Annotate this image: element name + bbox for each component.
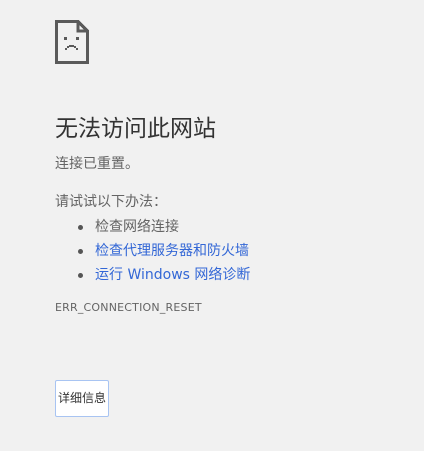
page-title: 无法访问此网站 xyxy=(55,116,216,142)
run-network-diagnostics-link[interactable]: 运行 Windows 网络诊断 xyxy=(95,267,250,283)
suggestion-check-network: 检查网络连接 xyxy=(55,215,415,239)
suggestion-run-diagnostics[interactable]: 运行 Windows 网络诊断 xyxy=(55,263,415,287)
suggestion-label: 检查网络连接 xyxy=(95,219,179,235)
suggestions-list: 检查网络连接 检查代理服务器和防火墙 运行 Windows 网络诊断 xyxy=(55,215,415,287)
check-proxy-firewall-link[interactable]: 检查代理服务器和防火墙 xyxy=(95,243,249,259)
sad-page-icon xyxy=(55,20,89,64)
error-message: 连接已重置。 xyxy=(55,156,139,172)
bullet-icon xyxy=(78,249,83,254)
error-code: ERR_CONNECTION_RESET xyxy=(55,301,202,314)
details-button[interactable]: 详细信息 xyxy=(55,380,110,417)
bullet-icon xyxy=(78,225,83,230)
bullet-icon xyxy=(78,273,83,278)
suggestion-check-proxy-firewall[interactable]: 检查代理服务器和防火墙 xyxy=(55,239,415,263)
suggestions-heading: 请试试以下办法： xyxy=(55,194,167,210)
error-page: 无法访问此网站 连接已重置。 请试试以下办法： 检查网络连接 检查代理服务器和防… xyxy=(55,20,415,314)
